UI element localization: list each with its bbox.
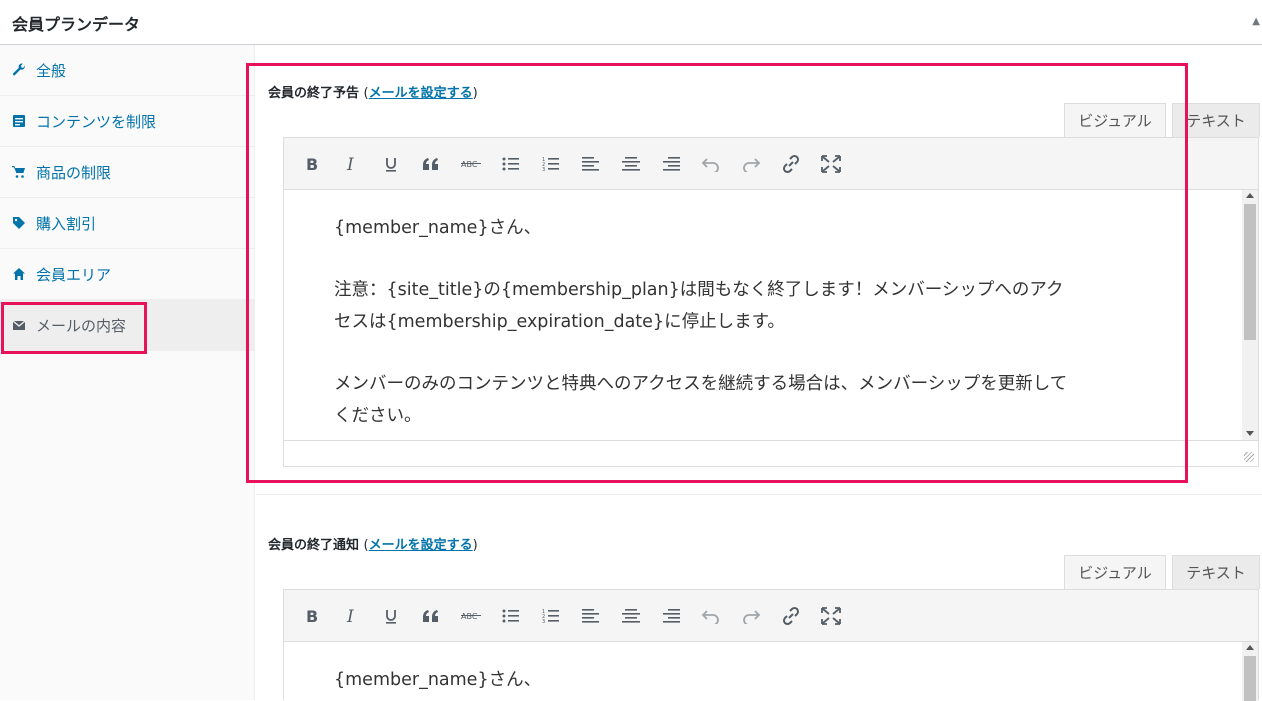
- sidebar-item-label: 購入割引: [36, 214, 97, 233]
- collapse-caret-icon[interactable]: ▲: [1252, 16, 1260, 27]
- sidebar-item-label: 全般: [36, 61, 67, 80]
- redo-button[interactable]: [731, 596, 771, 636]
- scroll-up-icon[interactable]: [1246, 193, 1254, 198]
- svg-text:ABC: ABC: [461, 612, 478, 621]
- sidebar-item-restrict-content[interactable]: コンテンツを制限: [0, 96, 254, 147]
- scroll-down-icon[interactable]: [1246, 431, 1254, 436]
- svg-text:B: B: [306, 608, 318, 624]
- document-icon: [11, 113, 27, 129]
- sidebar: 全般 コンテンツを制限 商品の制限 購入割引 会員エリア メールの内容: [0, 45, 255, 700]
- insert-link-button[interactable]: [771, 596, 811, 636]
- blockquote-button[interactable]: [411, 596, 451, 636]
- svg-text:I: I: [346, 608, 354, 624]
- sidebar-item-label: コンテンツを制限: [36, 112, 157, 131]
- configure-email-link[interactable]: メールを設定する: [369, 538, 473, 553]
- svg-text:3: 3: [542, 619, 545, 624]
- sidebar-item-general[interactable]: 全般: [0, 45, 254, 96]
- editor-scrollbar[interactable]: [1242, 190, 1258, 440]
- align-center-button[interactable]: [611, 596, 651, 636]
- italic-button[interactable]: I: [331, 596, 371, 636]
- wrench-icon: [11, 62, 27, 78]
- undo-button[interactable]: [691, 596, 731, 636]
- page-title: 会員プランデータ: [12, 15, 141, 34]
- align-right-button[interactable]: [651, 596, 691, 636]
- tab-visual[interactable]: ビジュアル: [1064, 555, 1166, 589]
- sidebar-item-label: 会員エリア: [36, 265, 112, 284]
- scroll-up-icon[interactable]: [1246, 645, 1254, 650]
- tab-text[interactable]: テキスト: [1172, 555, 1260, 589]
- highlight-box-editor: [246, 63, 1188, 483]
- email-editor-expired: B I ABC 123 {member_name}さん、: [283, 589, 1259, 701]
- underline-button[interactable]: [371, 596, 411, 636]
- bold-button[interactable]: B: [291, 596, 331, 636]
- strikethrough-button[interactable]: ABC: [451, 596, 491, 636]
- cart-icon: [11, 164, 27, 180]
- editor-content[interactable]: {member_name}さん、: [284, 642, 1258, 701]
- tag-icon: [11, 215, 27, 231]
- editor-toolbar: B I ABC 123: [284, 590, 1258, 642]
- sidebar-item-purchase-discounts[interactable]: 購入割引: [0, 198, 254, 249]
- section-divider: [256, 494, 1262, 495]
- sidebar-item-restrict-products[interactable]: 商品の制限: [0, 147, 254, 198]
- highlight-box-nav: [1, 302, 147, 354]
- editor-scrollbar[interactable]: [1242, 642, 1258, 701]
- sidebar-item-members-area[interactable]: 会員エリア: [0, 249, 254, 300]
- fullscreen-button[interactable]: [811, 596, 851, 636]
- scrollbar-thumb[interactable]: [1244, 656, 1256, 701]
- sidebar-item-label: 商品の制限: [36, 163, 112, 182]
- bullet-list-button[interactable]: [491, 596, 531, 636]
- page-header: 会員プランデータ ▲: [0, 0, 1262, 45]
- scrollbar-thumb[interactable]: [1244, 204, 1256, 340]
- numbered-list-button[interactable]: 123: [531, 596, 571, 636]
- resize-grip-icon[interactable]: [1244, 452, 1254, 462]
- align-left-button[interactable]: [571, 596, 611, 636]
- email-body-greeting: {member_name}さん、: [334, 670, 542, 690]
- home-icon: [11, 266, 27, 282]
- section-label-expired: 会員の終了通知 (メールを設定する): [268, 538, 478, 553]
